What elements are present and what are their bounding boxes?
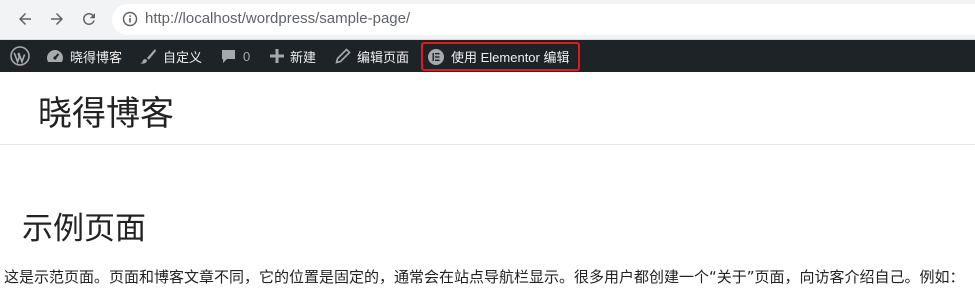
- edit-with-elementor-button[interactable]: 使用 Elementor 编辑: [421, 42, 580, 71]
- url-text[interactable]: http://localhost/wordpress/sample-page/: [145, 10, 410, 27]
- forward-button[interactable]: [46, 8, 68, 30]
- elementor-logo-icon: [428, 48, 444, 65]
- header-divider: [0, 144, 975, 145]
- page-title: 示例页面: [22, 211, 146, 247]
- arrow-left-icon: [19, 13, 31, 25]
- new-content-menu[interactable]: 新建: [270, 40, 316, 72]
- reload-icon: [83, 13, 95, 25]
- wp-logo-menu[interactable]: [10, 40, 30, 72]
- wordpress-logo-icon: [10, 46, 30, 66]
- pencil-icon: [335, 48, 351, 64]
- back-button[interactable]: [14, 8, 36, 30]
- comments-count: 0: [243, 48, 251, 64]
- info-circle-icon[interactable]: [122, 11, 138, 27]
- customize-menu[interactable]: 自定义: [139, 40, 202, 72]
- customize-label: 自定义: [163, 49, 203, 65]
- comments-menu[interactable]: 0: [220, 40, 250, 72]
- dashboard-gauge-icon: [47, 50, 63, 62]
- paintbrush-icon: [140, 49, 156, 64]
- site-name-menu[interactable]: 晓得博客: [46, 40, 122, 72]
- site-title[interactable]: 晓得博客: [38, 86, 174, 135]
- edit-page-label: 编辑页面: [357, 49, 410, 65]
- site-name-label: 晓得博客: [70, 49, 123, 65]
- address-bar[interactable]: http://localhost/wordpress/sample-page/: [112, 4, 975, 35]
- edit-page-menu[interactable]: 编辑页面: [335, 40, 409, 72]
- reload-button[interactable]: [78, 8, 100, 30]
- new-label: 新建: [290, 49, 317, 65]
- edit-with-elementor-label: 使用 Elementor 编辑: [451, 50, 570, 65]
- page-body-text: 这是示范页面。页面和博客文章不同，它的位置是固定的，通常会在站点导航栏显示。很多…: [4, 268, 965, 286]
- plus-icon: [270, 49, 284, 63]
- comment-bubble-icon: [222, 49, 235, 63]
- arrow-right-icon: [51, 13, 63, 25]
- browser-toolbar: http://localhost/wordpress/sample-page/: [0, 0, 975, 40]
